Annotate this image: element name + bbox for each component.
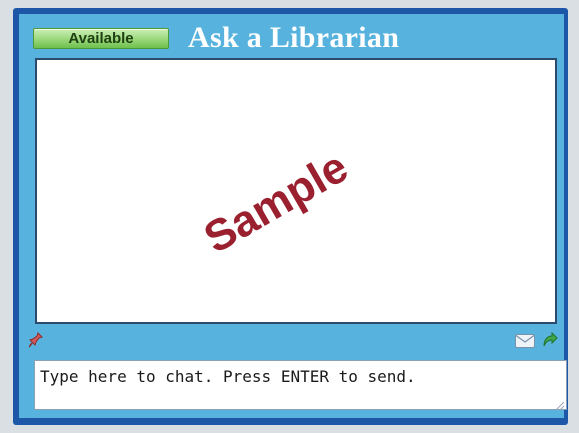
status-badge: Available	[33, 28, 169, 49]
page: Available Ask a Librarian Sample	[0, 0, 579, 433]
popout-icon[interactable]	[540, 330, 558, 348]
chat-message-input[interactable]	[34, 360, 567, 410]
pin-icon[interactable]	[28, 332, 43, 348]
chat-toolbar	[19, 326, 564, 356]
chat-transcript[interactable]	[35, 58, 557, 324]
widget-title: Ask a Librarian	[188, 21, 400, 54]
email-icon[interactable]	[515, 333, 535, 348]
resize-grip-icon[interactable]	[553, 396, 565, 411]
